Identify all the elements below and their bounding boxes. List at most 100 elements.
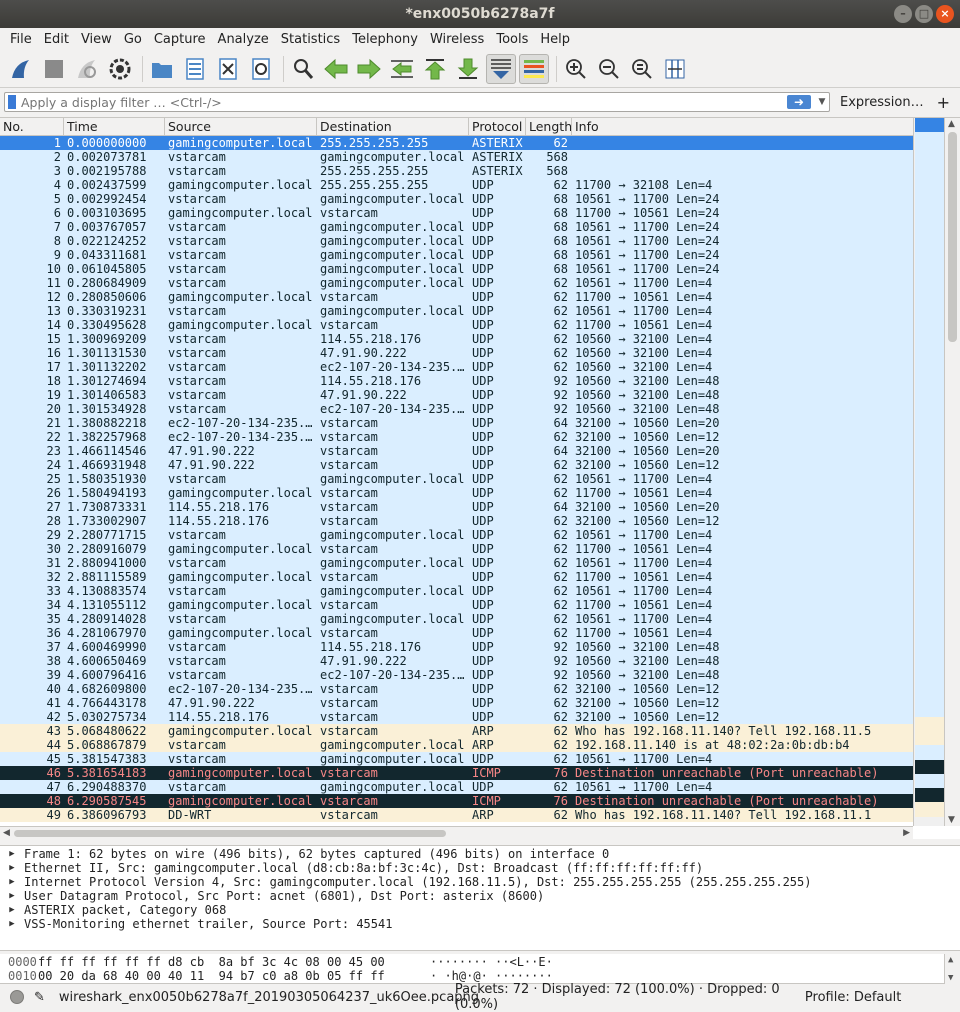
- expand-triangle-icon[interactable]: ▶: [0, 861, 24, 875]
- display-filter-input[interactable]: [21, 94, 787, 110]
- menu-analyze[interactable]: Analyze: [212, 32, 275, 47]
- packet-row[interactable]: 3 0.002195788 vstarcam 255.255.255.255 ASTER…: [0, 164, 913, 178]
- packet-list-vertical-scrollbar[interactable]: ▲ ▼: [944, 118, 960, 826]
- restart-capture-icon[interactable]: [72, 54, 102, 84]
- packet-row[interactable]: 4 0.002437599 gamingcomputer.local 255.255.…: [0, 178, 913, 192]
- packet-row[interactable]: 38 4.600650469 vstarcam 47.91.90.222 UDP 92 10…: [0, 654, 913, 668]
- scroll-left-icon[interactable]: ◀: [3, 828, 10, 838]
- apply-filter-arrow-icon[interactable]: ➜: [787, 95, 811, 109]
- column-header-info[interactable]: Info: [572, 118, 913, 135]
- packet-row[interactable]: 18 1.301274694 vstarcam 114.55.218.176 UDP 92…: [0, 374, 913, 388]
- packet-row[interactable]: 6 0.003103695 gamingcomputer.local vstarcam…: [0, 206, 913, 220]
- horizontal-scroll-thumb[interactable]: [14, 830, 446, 837]
- packet-row[interactable]: 35 4.280914028 vstarcam gamingcomputer.loca…: [0, 612, 913, 626]
- packet-row[interactable]: 19 1.301406583 vstarcam 47.91.90.222 UDP 92 10…: [0, 388, 913, 402]
- go-forward-icon[interactable]: [354, 54, 384, 84]
- column-header-source[interactable]: Source: [165, 118, 317, 135]
- packet-row[interactable]: 47 6.290488370 vstarcam gamingcomputer.loca…: [0, 780, 913, 794]
- packet-row[interactable]: 33 4.130883574 vstarcam gamingcomputer.loca…: [0, 584, 913, 598]
- packet-row[interactable]: 7 0.003767057 vstarcam gamingcomputer.local…: [0, 220, 913, 234]
- packet-row[interactable]: 45 5.381547383 vstarcam gamingcomputer.loca…: [0, 752, 913, 766]
- packet-row[interactable]: 34 4.131055112 gamingcomputer.local vstarca…: [0, 598, 913, 612]
- expand-triangle-icon[interactable]: ▶: [0, 889, 24, 903]
- zoom-in-icon[interactable]: [561, 54, 591, 84]
- add-filter-button[interactable]: +: [937, 93, 950, 112]
- packet-row[interactable]: 44 5.068867879 vstarcam gamingcomputer.loca…: [0, 738, 913, 752]
- packet-row[interactable]: 30 2.280916079 gamingcomputer.local vstarca…: [0, 542, 913, 556]
- packet-row[interactable]: 16 1.301131530 vstarcam 47.91.90.222 UDP 62 10…: [0, 346, 913, 360]
- bytes-row[interactable]: 0010 00 20 da 68 40 00 40 11 94 b7 c0 a8…: [0, 969, 960, 983]
- packet-row[interactable]: 26 1.580494193 gamingcomputer.local vstarca…: [0, 486, 913, 500]
- filter-history-chevron-down-icon[interactable]: ▼: [815, 97, 829, 107]
- packet-row[interactable]: 32 2.881115589 gamingcomputer.local vstarca…: [0, 570, 913, 584]
- packet-row[interactable]: 21 1.380882218 ec2-107-20-134-235.… vstarca…: [0, 416, 913, 430]
- go-last-packet-icon[interactable]: [453, 54, 483, 84]
- packet-row[interactable]: 36 4.281067970 gamingcomputer.local vstarca…: [0, 626, 913, 640]
- detail-vss-trailer[interactable]: ▶ VSS-Monitoring ethernet trailer, Source…: [0, 917, 960, 931]
- open-file-icon[interactable]: [147, 54, 177, 84]
- packet-row[interactable]: 5 0.002992454 vstarcam gamingcomputer.local…: [0, 192, 913, 206]
- scroll-right-icon[interactable]: ▶: [903, 828, 910, 838]
- capture-options-icon[interactable]: [105, 54, 135, 84]
- bookmark-icon[interactable]: [8, 95, 16, 109]
- packet-row[interactable]: 11 0.280684909 vstarcam gamingcomputer.loca…: [0, 276, 913, 290]
- column-header-no[interactable]: No.: [0, 118, 64, 135]
- bytes-row[interactable]: 0000 ff ff ff ff ff ff d8 cb 8a bf 3c 4c…: [0, 955, 960, 969]
- detail-frame[interactable]: ▶ Frame 1: 62 bytes on wire (496 bits), 6…: [0, 847, 960, 861]
- bytes-hex[interactable]: 00 20 da 68 40 00 40 11 94 b7 c0 a8 0b 0…: [38, 969, 430, 983]
- packet-row[interactable]: 14 0.330495628 gamingcomputer.local vstarca…: [0, 318, 913, 332]
- save-file-icon[interactable]: [180, 54, 210, 84]
- packet-row[interactable]: 13 0.330319231 vstarcam gamingcomputer.loca…: [0, 304, 913, 318]
- colorize-icon[interactable]: [519, 53, 549, 84]
- packet-list-horizontal-scrollbar[interactable]: ◀ ▶: [0, 826, 913, 840]
- packet-row[interactable]: 46 5.381654183 gamingcomputer.local vstarca…: [0, 766, 913, 780]
- go-to-packet-icon[interactable]: [387, 54, 417, 84]
- packet-row[interactable]: 1 0.000000000 gamingcomputer.local 255.255.…: [0, 136, 913, 150]
- packet-row[interactable]: 31 2.880941000 vstarcam gamingcomputer.loca…: [0, 556, 913, 570]
- menu-wireless[interactable]: Wireless: [424, 32, 490, 47]
- find-packet-icon[interactable]: [288, 54, 318, 84]
- close-button[interactable]: ×: [936, 5, 954, 23]
- scroll-up-icon[interactable]: ▲: [948, 119, 955, 129]
- packet-row[interactable]: 27 1.730873331 114.55.218.176 vstarcam UDP 64…: [0, 500, 913, 514]
- menu-tools[interactable]: Tools: [490, 32, 534, 47]
- vertical-scroll-thumb[interactable]: [948, 132, 957, 342]
- display-filter-field[interactable]: ➜ ▼: [4, 92, 830, 112]
- packet-row[interactable]: 23 1.466114546 47.91.90.222 vstarcam UDP 64 32…: [0, 444, 913, 458]
- packet-row[interactable]: 12 0.280850606 gamingcomputer.local vstarca…: [0, 290, 913, 304]
- packet-row[interactable]: 25 1.580351930 vstarcam gamingcomputer.loca…: [0, 472, 913, 486]
- menu-view[interactable]: View: [75, 32, 118, 47]
- capture-comment-edit-icon[interactable]: ✎: [34, 990, 45, 1005]
- detail-udp[interactable]: ▶ User Datagram Protocol, Src Port: acnet…: [0, 889, 960, 903]
- menu-file[interactable]: File: [4, 32, 38, 47]
- column-header-time[interactable]: Time: [64, 118, 165, 135]
- expert-info-led-icon[interactable]: [10, 990, 24, 1004]
- detail-ethernet[interactable]: ▶ Ethernet II, Src: gamingcomputer.local …: [0, 861, 960, 875]
- packet-row[interactable]: 8 0.022124252 vstarcam gamingcomputer.local…: [0, 234, 913, 248]
- menu-capture[interactable]: Capture: [148, 32, 212, 47]
- menu-help[interactable]: Help: [534, 32, 576, 47]
- packet-row[interactable]: 37 4.600469990 vstarcam 114.55.218.176 UDP 92…: [0, 640, 913, 654]
- status-profile[interactable]: Profile: Default: [805, 990, 901, 1005]
- menu-telephony[interactable]: Telephony: [346, 32, 424, 47]
- packet-row[interactable]: 15 1.300969209 vstarcam 114.55.218.176 UDP 62…: [0, 332, 913, 346]
- packet-row[interactable]: 10 0.061045805 vstarcam gamingcomputer.loca…: [0, 262, 913, 276]
- packet-row[interactable]: 9 0.043311681 vstarcam gamingcomputer.local…: [0, 248, 913, 262]
- close-file-icon[interactable]: [213, 54, 243, 84]
- detail-asterix[interactable]: ▶ ASTERIX packet, Category 068: [0, 903, 960, 917]
- minimize-button[interactable]: –: [894, 5, 912, 23]
- packet-row[interactable]: 24 1.466931948 47.91.90.222 vstarcam UDP 62 32…: [0, 458, 913, 472]
- expand-triangle-icon[interactable]: ▶: [0, 875, 24, 889]
- scroll-down-icon[interactable]: ▼: [948, 973, 953, 983]
- packet-row[interactable]: 49 6.386096793 DD-WRT vstarcam ARP 62 Who has …: [0, 808, 913, 822]
- detail-ipv4[interactable]: ▶ Internet Protocol Version 4, Src: gamin…: [0, 875, 960, 889]
- packet-row[interactable]: 29 2.280771715 vstarcam gamingcomputer.loca…: [0, 528, 913, 542]
- go-first-packet-icon[interactable]: [420, 54, 450, 84]
- packet-row[interactable]: 22 1.382257968 ec2-107-20-134-235.… vstarca…: [0, 430, 913, 444]
- column-header-length[interactable]: Length: [526, 118, 572, 135]
- start-capture-icon[interactable]: [6, 54, 36, 84]
- expression-button[interactable]: Expression…: [840, 95, 924, 110]
- auto-scroll-icon[interactable]: [486, 53, 516, 84]
- reload-file-icon[interactable]: [246, 54, 276, 84]
- column-header-destination[interactable]: Destination: [317, 118, 469, 135]
